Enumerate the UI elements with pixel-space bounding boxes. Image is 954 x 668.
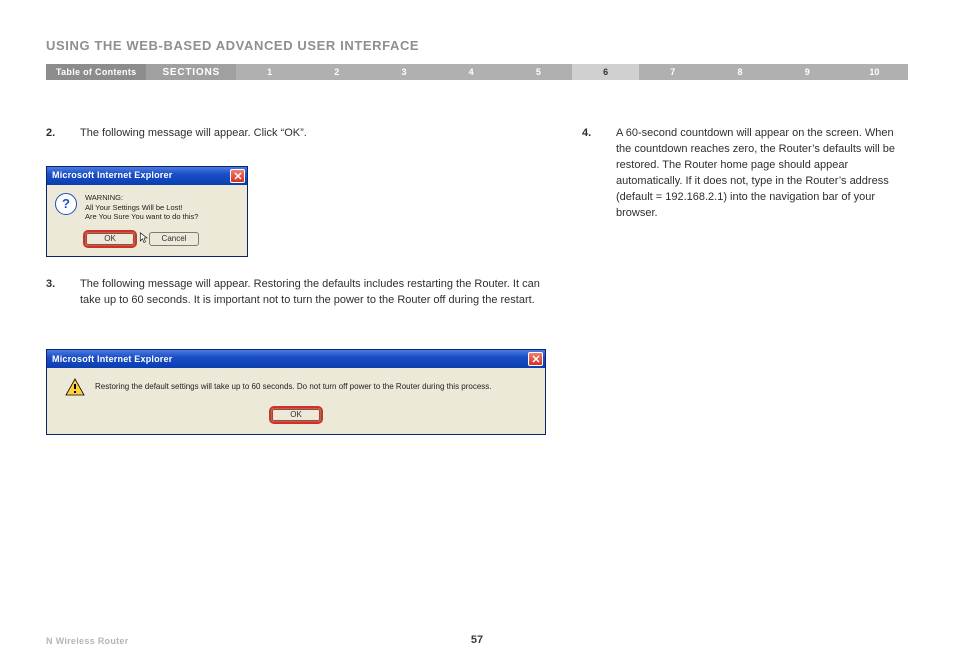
content: 2. The following message will appear. Cl… (46, 126, 908, 435)
nav-item-10[interactable]: 10 (841, 64, 908, 80)
close-icon[interactable] (528, 352, 543, 366)
step-3-number: 3. (46, 277, 80, 309)
left-column: 2. The following message will appear. Cl… (46, 126, 546, 435)
dialog-warning-line2: All Your Settings Will be Lost! (85, 203, 198, 213)
dialog-warning-message: WARNING: All Your Settings Will be Lost!… (85, 193, 198, 222)
nav-item-3[interactable]: 3 (370, 64, 437, 80)
dialog-warning-line1: WARNING: (85, 193, 198, 203)
dialog-restore: Microsoft Internet Explorer Restoring th… (46, 349, 546, 435)
close-icon[interactable] (230, 169, 245, 183)
dialog-warning-titlebar: Microsoft Internet Explorer (47, 167, 247, 185)
ok-button[interactable]: OK (85, 232, 135, 246)
page-number: 57 (0, 634, 954, 646)
dialog-warning-title: Microsoft Internet Explorer (52, 169, 172, 182)
nav-item-7[interactable]: 7 (639, 64, 706, 80)
cancel-button[interactable]: Cancel (149, 232, 199, 246)
cursor-icon (139, 232, 149, 244)
step-3: 3. The following message will appear. Re… (46, 277, 546, 309)
warning-icon (65, 378, 85, 396)
nav-items: 1 2 3 4 5 6 7 8 9 10 (236, 64, 908, 80)
dialog-warning: Microsoft Internet Explorer ? WARNING: A… (46, 166, 248, 257)
nav-item-8[interactable]: 8 (706, 64, 773, 80)
step-3-text: The following message will appear. Resto… (80, 277, 546, 309)
step-4-number: 4. (582, 126, 616, 222)
step-2: 2. The following message will appear. Cl… (46, 126, 546, 142)
dialog-restore-title: Microsoft Internet Explorer (52, 353, 172, 366)
nav-item-1[interactable]: 1 (236, 64, 303, 80)
nav-sections-label: SECTIONS (146, 64, 236, 80)
dialog-restore-message: Restoring the default settings will take… (95, 381, 492, 393)
nav-item-2[interactable]: 2 (303, 64, 370, 80)
dialog-restore-body: Restoring the default settings will take… (47, 368, 545, 434)
step-4-text: A 60-second countdown will appear on the… (616, 126, 908, 222)
dialog-restore-titlebar: Microsoft Internet Explorer (47, 350, 545, 368)
right-column: 4. A 60-second countdown will appear on … (582, 126, 908, 435)
nav-item-5[interactable]: 5 (505, 64, 572, 80)
nav-item-6[interactable]: 6 (572, 64, 639, 80)
step-2-text: The following message will appear. Click… (80, 126, 546, 142)
step-2-number: 2. (46, 126, 80, 142)
section-nav: Table of Contents SECTIONS 1 2 3 4 5 6 7… (46, 64, 908, 80)
nav-toc[interactable]: Table of Contents (46, 64, 146, 80)
nav-item-9[interactable]: 9 (774, 64, 841, 80)
ok-button[interactable]: OK (271, 408, 321, 422)
page-title: USING THE WEB-BASED ADVANCED USER INTERF… (46, 38, 419, 53)
dialog-warning-line3: Are You Sure You want to do this? (85, 212, 198, 222)
nav-item-4[interactable]: 4 (438, 64, 505, 80)
step-4: 4. A 60-second countdown will appear on … (582, 126, 908, 222)
question-icon: ? (55, 193, 77, 215)
dialog-warning-body: ? WARNING: All Your Settings Will be Los… (47, 185, 247, 256)
